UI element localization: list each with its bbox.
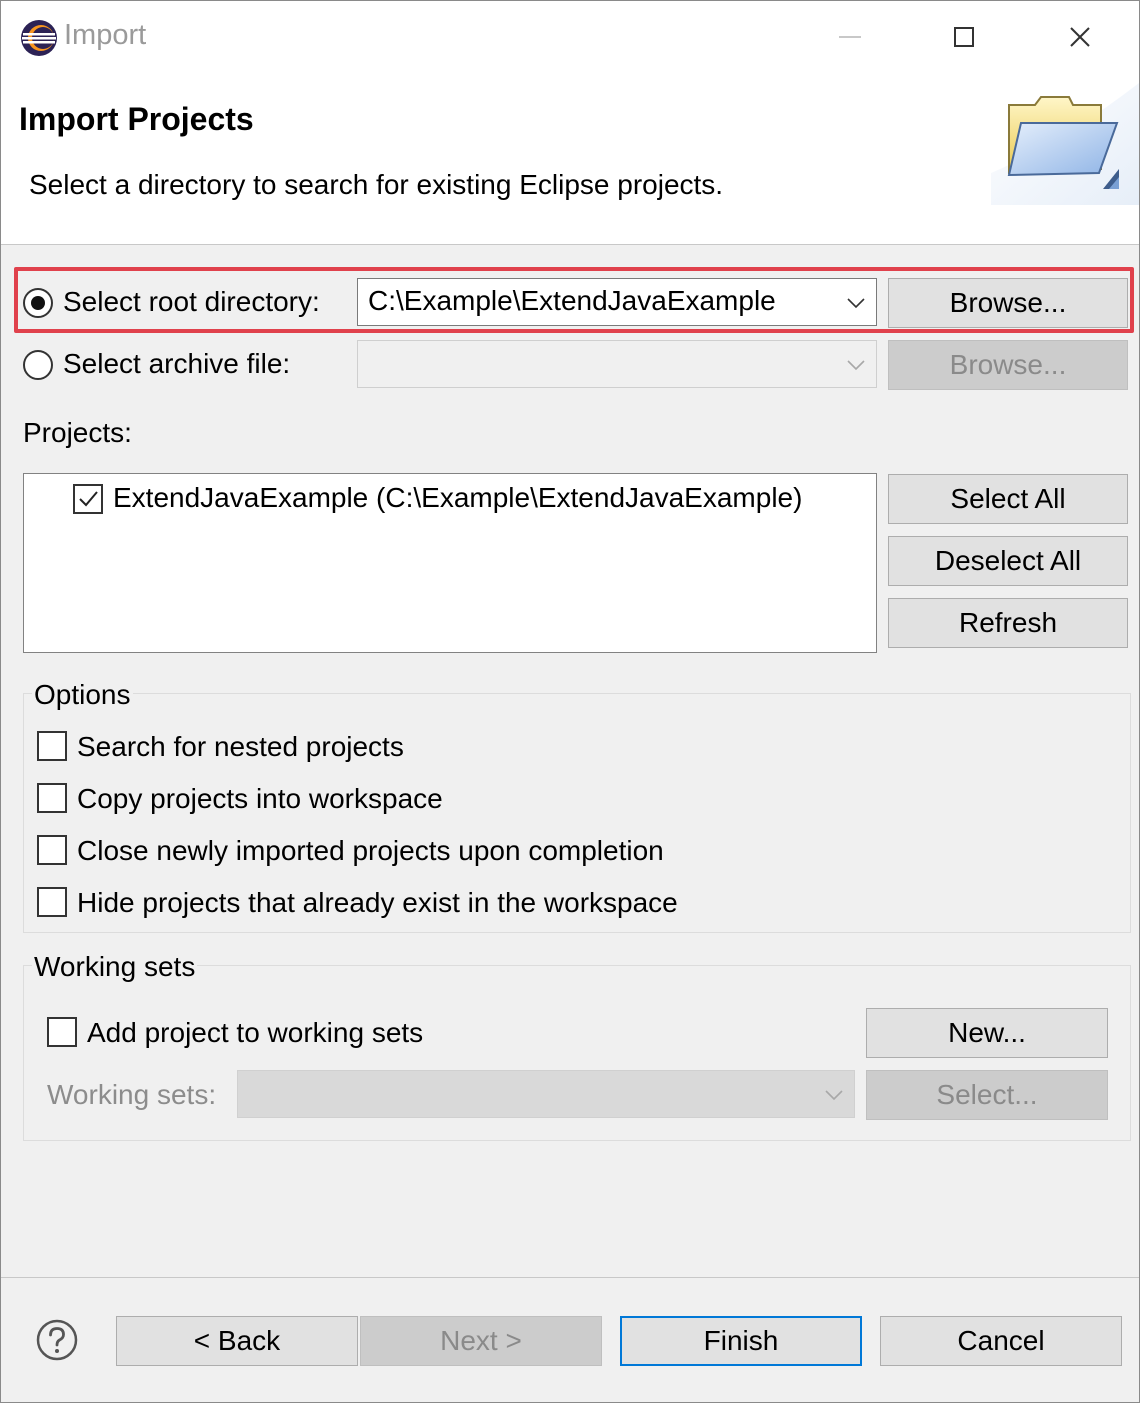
next-button[interactable]: Next > — [360, 1316, 602, 1366]
back-button[interactable]: < Back — [116, 1316, 358, 1366]
hide-projects-label: Hide projects that already exist in the … — [77, 887, 678, 918]
footer-separator — [1, 1277, 1139, 1278]
copy-projects-label: Copy projects into workspace — [77, 783, 443, 814]
select-working-sets-button[interactable]: Select... — [866, 1070, 1108, 1120]
working-sets-title: Working sets — [32, 951, 198, 983]
root-directory-radio[interactable] — [23, 288, 53, 318]
page-description: Select a directory to search for existin… — [29, 169, 724, 200]
maximize-icon[interactable] — [934, 15, 994, 59]
working-sets-combo[interactable] — [237, 1070, 855, 1118]
new-working-set-button[interactable]: New... — [866, 1008, 1108, 1058]
root-browse-button[interactable]: Browse... — [888, 278, 1128, 328]
cancel-button[interactable]: Cancel — [880, 1316, 1122, 1366]
window-title: Import — [64, 19, 147, 51]
add-working-sets-checkbox[interactable] — [47, 1017, 77, 1047]
nested-projects-checkbox[interactable] — [37, 731, 67, 761]
nested-projects-label: Search for nested projects — [77, 731, 404, 762]
projects-label: Projects: — [23, 417, 132, 448]
archive-file-radio[interactable] — [23, 350, 53, 380]
help-icon[interactable] — [36, 1319, 78, 1361]
copy-projects-checkbox[interactable] — [37, 783, 67, 813]
minimize-icon[interactable] — [819, 15, 879, 59]
working-sets-label: Working sets: — [47, 1079, 217, 1110]
projects-list[interactable]: ExtendJavaExample (C:\Example\ExtendJava… — [23, 473, 877, 653]
deselect-all-button[interactable]: Deselect All — [888, 536, 1128, 586]
project-item-label: ExtendJavaExample (C:\Example\ExtendJava… — [113, 482, 803, 513]
hide-projects-checkbox[interactable] — [37, 887, 67, 917]
archive-file-combo[interactable] — [357, 340, 877, 388]
eclipse-app-icon — [21, 20, 57, 56]
import-dialog: Import Import Projects Select a director… — [0, 0, 1140, 1403]
archive-file-label: Select archive file: — [63, 348, 291, 379]
chevron-down-icon[interactable] — [822, 1083, 846, 1107]
page-title: Import Projects — [19, 101, 254, 137]
refresh-button[interactable]: Refresh — [888, 598, 1128, 648]
title-bar: Import — [1, 1, 1139, 73]
select-all-button[interactable]: Select All — [888, 474, 1128, 524]
add-working-sets-label: Add project to working sets — [87, 1017, 424, 1048]
close-projects-checkbox[interactable] — [37, 835, 67, 865]
close-icon[interactable] — [1050, 15, 1110, 59]
archive-browse-button[interactable]: Browse... — [888, 340, 1128, 390]
folder-icon — [991, 83, 1139, 205]
finish-button[interactable]: Finish — [620, 1316, 862, 1366]
root-directory-label: Select root directory: — [63, 286, 320, 317]
options-title: Options — [32, 679, 133, 711]
close-projects-label: Close newly imported projects upon compl… — [77, 835, 664, 866]
checkmark-icon — [79, 491, 98, 507]
chevron-down-icon[interactable] — [844, 291, 868, 315]
root-directory-combo[interactable]: C:\Example\ExtendJavaExample — [357, 278, 877, 326]
project-checkbox[interactable] — [73, 484, 103, 514]
root-directory-value: C:\Example\ExtendJavaExample — [368, 285, 776, 316]
wizard-banner: Import Projects Select a directory to se… — [1, 73, 1139, 245]
chevron-down-icon[interactable] — [844, 353, 868, 377]
